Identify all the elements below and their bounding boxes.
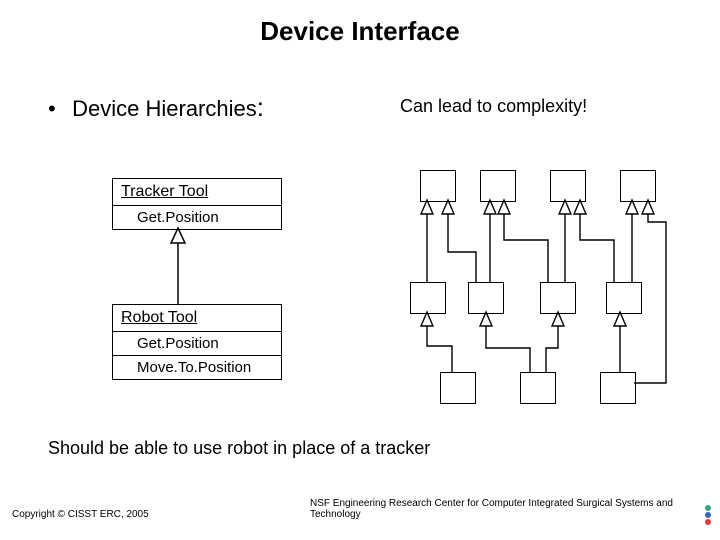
graph-node-t3 — [550, 170, 586, 202]
copyright: Copyright © CISST ERC, 2005 — [12, 509, 149, 520]
robot-class-name: Robot Tool — [113, 305, 281, 332]
graph-node-t2 — [480, 170, 516, 202]
tracker-class-box: Tracker Tool Get.Position — [112, 178, 282, 230]
robot-op-getposition: Get.Position — [113, 332, 281, 356]
graph-node-b1 — [440, 372, 476, 404]
graph-node-m3 — [540, 282, 576, 314]
robot-class-box: Robot Tool Get.Position Move.To.Position — [112, 304, 282, 380]
graph-node-b2 — [520, 372, 556, 404]
conclusion-text: Should be able to use robot in place of … — [48, 438, 430, 459]
bullet-dot: • — [48, 96, 66, 122]
complexity-caption: Can lead to complexity! — [400, 96, 587, 117]
bullet-text: Device Hierarchies — [72, 96, 257, 121]
graph-node-m2 — [468, 282, 504, 314]
robot-op-movetoposition: Move.To.Position — [113, 356, 281, 379]
center-credit: NSF Engineering Research Center for Comp… — [310, 498, 720, 520]
graph-node-m1 — [410, 282, 446, 314]
graph-node-t1 — [420, 170, 456, 202]
graph-node-t4 — [620, 170, 656, 202]
bullet-colon: : — [257, 92, 264, 122]
graph-node-m4 — [606, 282, 642, 314]
logo-icon — [704, 504, 712, 526]
tracker-class-name: Tracker Tool — [113, 179, 281, 206]
slide-title: Device Interface — [0, 16, 720, 47]
bullet-device-hierarchies: • Device Hierarchies: — [48, 92, 264, 123]
graph-edges — [0, 0, 720, 540]
graph-node-b3 — [600, 372, 636, 404]
tracker-op-getposition: Get.Position — [113, 206, 281, 229]
inheritance-arrow-left — [0, 0, 720, 540]
